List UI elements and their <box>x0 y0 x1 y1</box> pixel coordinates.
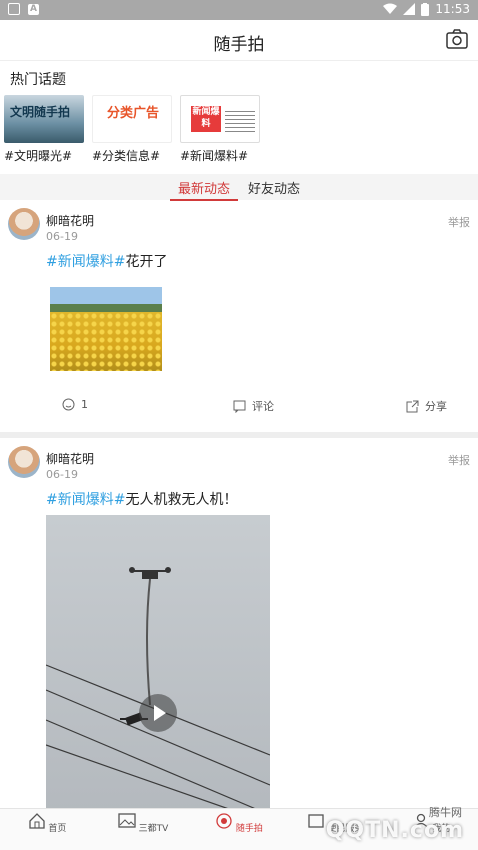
topic-label: #文明曝光# <box>4 149 73 163</box>
tabbar-item-tv[interactable]: 三都TV <box>113 813 173 834</box>
hot-topics-list: 文明随手拍 #文明曝光# 分类广告 #分类信息# 新闻爆料 #新闻爆料# <box>4 95 260 164</box>
comment-icon <box>233 400 246 413</box>
tabbar-label: 首页 <box>48 824 67 834</box>
tabbar-label: 随手拍 <box>235 824 263 834</box>
report-link[interactable]: 举报 <box>448 452 470 468</box>
post-date: 06-19 <box>46 468 78 481</box>
share-button[interactable]: 分享 <box>406 398 447 414</box>
camera-icon[interactable] <box>446 29 468 49</box>
thumb-lines <box>225 108 255 132</box>
post-date: 06-19 <box>46 230 78 243</box>
signal-icon <box>403 3 416 15</box>
post-username[interactable]: 柳暗花明 <box>46 212 94 229</box>
post-tag[interactable]: #新闻爆料# <box>46 254 125 270</box>
topic-thumb-text: 文明随手拍 <box>10 105 71 119</box>
share-icon <box>406 400 419 412</box>
post-card: 柳暗花明 06-19 举报 #新闻爆料#花开了 1 评论 分享 <box>0 200 478 436</box>
tab-latest[interactable]: 最新动态 <box>169 178 239 201</box>
topic-thumb-text: 分类广告 <box>107 106 160 121</box>
post-username[interactable]: 柳暗花明 <box>46 450 94 467</box>
status-bar: A 11:53 <box>0 0 478 20</box>
report-link[interactable]: 举报 <box>448 214 470 230</box>
topic-thumbnail: 新闻爆料 <box>180 95 260 143</box>
record-icon <box>216 813 232 829</box>
post-photo[interactable] <box>50 287 162 371</box>
topic-item-news[interactable]: 新闻爆料 #新闻爆料# <box>180 95 260 164</box>
post-tag[interactable]: #新闻爆料# <box>46 492 125 508</box>
share-label: 分享 <box>425 400 447 413</box>
topic-label: #分类信息# <box>92 149 161 163</box>
post-actions: 1 评论 分享 <box>0 398 478 422</box>
topic-thumb-text: 新闻爆料 <box>191 106 221 132</box>
status-time: 11:53 <box>435 2 470 16</box>
topic-label: #新闻爆料# <box>180 149 249 163</box>
notification-icon <box>8 3 20 15</box>
topic-item-civilization[interactable]: 文明随手拍 #文明曝光# <box>4 95 84 164</box>
battery-icon <box>421 2 430 16</box>
watermark-text: QQTN.com <box>325 818 464 843</box>
like-count: 1 <box>81 398 88 411</box>
play-icon[interactable] <box>139 694 177 732</box>
post-body: 花开了 <box>125 254 168 270</box>
comment-label: 评论 <box>252 400 274 413</box>
app-notification-icon: A <box>28 3 39 15</box>
page-title: 随手拍 <box>213 35 265 55</box>
like-button[interactable]: 1 <box>62 398 88 411</box>
comment-button[interactable]: 评论 <box>233 398 274 414</box>
hot-topics-title: 热门话题 <box>10 72 66 88</box>
tab-friends[interactable]: 好友动态 <box>248 178 300 197</box>
tabbar-label: 三都TV <box>138 824 169 834</box>
image-icon <box>118 813 136 828</box>
feed-tabs: 最新动态 好友动态 <box>0 174 478 201</box>
post-card: 柳暗花明 06-19 举报 #新闻爆料#无人机救无人机！ <box>0 438 478 815</box>
post-text: #新闻爆料#无人机救无人机！ <box>46 489 237 509</box>
tabbar-item-home[interactable]: 首页 <box>17 813 77 834</box>
smile-icon <box>62 398 75 411</box>
topic-thumbnail: 分类广告 <box>92 95 172 143</box>
avatar[interactable] <box>8 446 40 478</box>
avatar[interactable] <box>8 208 40 240</box>
video-frame <box>46 567 270 815</box>
topic-item-classified[interactable]: 分类广告 #分类信息# <box>92 95 172 164</box>
drone-icon <box>129 567 171 579</box>
post-video[interactable] <box>46 515 270 815</box>
wifi-icon <box>383 3 398 14</box>
watermark: 腾牛网 QQTN.com <box>292 806 472 846</box>
post-body: 无人机救无人机！ <box>125 492 238 508</box>
post-text: #新闻爆料#花开了 <box>46 251 167 271</box>
home-icon <box>28 813 45 829</box>
app-header: 随手拍 <box>0 20 478 61</box>
topic-thumbnail: 文明随手拍 <box>4 95 84 143</box>
tabbar-item-snapshot[interactable]: 随手拍 <box>209 813 269 834</box>
